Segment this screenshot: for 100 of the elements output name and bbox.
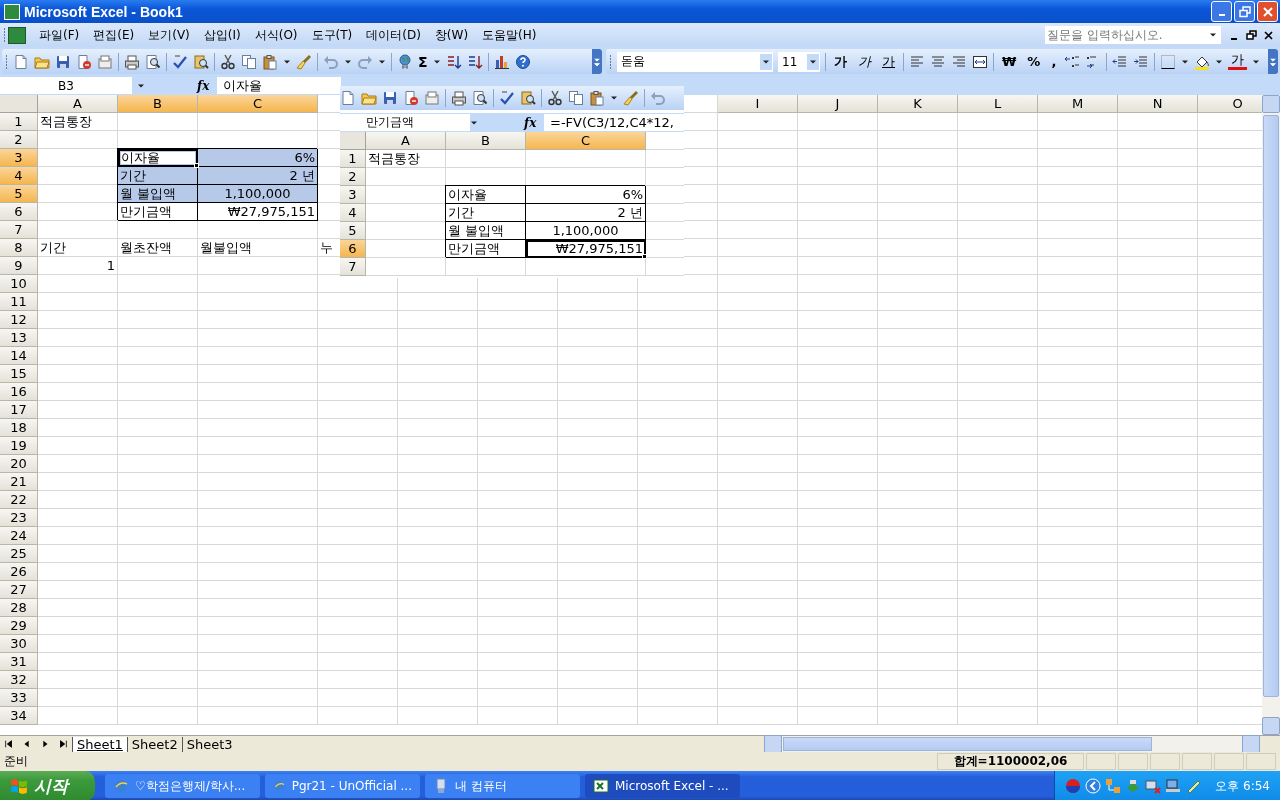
row-header[interactable]: 25 — [0, 545, 38, 563]
column-header[interactable]: I — [718, 95, 798, 113]
row-header[interactable]: 16 — [0, 383, 38, 401]
column-header[interactable]: A — [366, 132, 446, 150]
row-header[interactable]: 12 — [0, 311, 38, 329]
menu-item[interactable]: 파일(F) — [32, 26, 87, 44]
font-color-button[interactable]: 가 — [1228, 53, 1248, 70]
row-header[interactable]: 9 — [0, 257, 38, 275]
row-header[interactable]: 7 — [340, 258, 366, 276]
dropdown-icon[interactable] — [470, 120, 478, 125]
restore-icon[interactable] — [1246, 29, 1257, 41]
insert-function-button[interactable]: fx — [524, 115, 544, 130]
row-header[interactable]: 21 — [0, 473, 38, 491]
network-disconnected-icon[interactable] — [1145, 778, 1162, 794]
formula-field[interactable]: =-FV(C3/12,C4*12, — [544, 114, 684, 131]
column-header[interactable]: C — [198, 95, 318, 113]
collapse-icon[interactable] — [1085, 778, 1102, 794]
column-header[interactable]: J — [798, 95, 878, 113]
row-header[interactable]: 30 — [0, 635, 38, 653]
toolbar-options-button[interactable] — [1268, 49, 1278, 74]
grip-handle[interactable] — [608, 53, 612, 70]
row-header[interactable]: 29 — [0, 617, 38, 635]
grip-handle[interactable] — [2, 27, 6, 43]
restore-button[interactable] — [1234, 1, 1255, 22]
column-header[interactable]: M — [1038, 95, 1118, 113]
minimize-button[interactable] — [1211, 1, 1232, 22]
row-header[interactable]: 7 — [0, 221, 38, 239]
formula-field[interactable]: 이자율 — [217, 77, 341, 94]
new-document-icon[interactable] — [13, 53, 29, 70]
row-header[interactable]: 4 — [0, 167, 38, 185]
taskbar-button[interactable]: Pgr21 - UnOfficial ... — [265, 774, 420, 798]
comma-button[interactable]: , — [1048, 54, 1060, 69]
merge-center-icon[interactable] — [972, 53, 988, 70]
row-header[interactable]: 24 — [0, 527, 38, 545]
row-header[interactable]: 2 — [340, 168, 366, 186]
row-header[interactable]: 22 — [0, 491, 38, 509]
copy-icon[interactable] — [241, 53, 257, 70]
fill-handle[interactable] — [194, 163, 199, 168]
align-center-icon[interactable] — [930, 53, 946, 70]
permission-icon[interactable] — [76, 53, 92, 70]
row-header[interactable]: 8 — [0, 239, 38, 257]
menu-item[interactable]: 창(W) — [427, 26, 476, 44]
italic-button[interactable]: 가 — [855, 52, 874, 71]
paste-icon[interactable] — [262, 53, 278, 70]
borders-icon[interactable] — [1160, 53, 1177, 70]
row-header[interactable]: 31 — [0, 653, 38, 671]
column-header[interactable]: K — [878, 95, 958, 113]
row-header[interactable]: 2 — [0, 131, 38, 149]
row-header[interactable]: 10 — [0, 275, 38, 293]
status-ball-icon[interactable] — [1065, 778, 1082, 794]
underline-button[interactable]: 가 — [879, 52, 898, 71]
row-header[interactable]: 1 — [0, 113, 38, 131]
row-header[interactable]: 27 — [0, 581, 38, 599]
align-left-icon[interactable] — [909, 53, 925, 70]
help-search-field[interactable]: 질문을 입력하십시오. — [1045, 26, 1221, 44]
vertical-scrollbar[interactable] — [1262, 95, 1280, 735]
start-button[interactable]: 시작 — [0, 771, 95, 800]
row-header[interactable]: 3 — [340, 186, 366, 204]
row-header[interactable]: 32 — [0, 671, 38, 689]
close-button[interactable] — [1257, 1, 1278, 22]
column-header[interactable]: L — [958, 95, 1038, 113]
currency-button[interactable]: ₩ — [999, 54, 1020, 69]
dropdown-icon[interactable] — [762, 59, 770, 64]
help-icon[interactable] — [514, 53, 531, 70]
insert-function-button[interactable]: fx — [197, 78, 217, 93]
spelling-check-icon[interactable] — [172, 53, 188, 70]
menu-item[interactable]: 삽입(I) — [196, 26, 248, 44]
row-header[interactable]: 15 — [0, 365, 38, 383]
format-painter-icon[interactable] — [296, 53, 312, 70]
taskbar-button[interactable]: Microsoft Excel - ... — [585, 774, 740, 798]
menu-item[interactable]: 서식(O) — [247, 26, 305, 44]
row-header[interactable]: 14 — [0, 347, 38, 365]
row-header[interactable]: 20 — [0, 455, 38, 473]
dropdown-icon[interactable] — [137, 83, 145, 88]
research-icon[interactable] — [193, 53, 209, 70]
grip-handle[interactable] — [4, 53, 8, 70]
column-header[interactable]: O — [1198, 95, 1262, 113]
row-header[interactable]: 18 — [0, 419, 38, 437]
taskbar-button[interactable]: ♡학점은행제/학사... — [105, 774, 260, 798]
caret-icon[interactable] — [283, 59, 291, 64]
row-header[interactable]: 5 — [340, 222, 366, 240]
caret-icon[interactable] — [378, 59, 386, 64]
tab-scroll-prev-icon[interactable] — [22, 739, 32, 749]
autosum-button[interactable]: Σ — [418, 53, 428, 70]
column-header[interactable]: A — [38, 95, 118, 113]
row-header[interactable]: 1 — [340, 150, 366, 168]
print-icon[interactable] — [124, 53, 140, 70]
mail-icon[interactable] — [97, 53, 113, 70]
font-size-dropdown[interactable]: 11 — [778, 51, 820, 72]
column-header[interactable]: C — [526, 132, 646, 150]
decrease-indent-icon[interactable] — [1112, 53, 1129, 70]
row-header[interactable]: 34 — [0, 707, 38, 725]
computer-icon[interactable] — [1165, 778, 1182, 794]
cut-icon[interactable] — [220, 53, 236, 70]
row-header[interactable]: 33 — [0, 689, 38, 707]
menu-item[interactable]: 도움말(H) — [475, 26, 544, 44]
chart-icon[interactable] — [493, 53, 510, 70]
dropdown-icon[interactable] — [809, 59, 817, 64]
font-dropdown[interactable]: 돋움 — [617, 51, 773, 72]
row-header[interactable]: 19 — [0, 437, 38, 455]
